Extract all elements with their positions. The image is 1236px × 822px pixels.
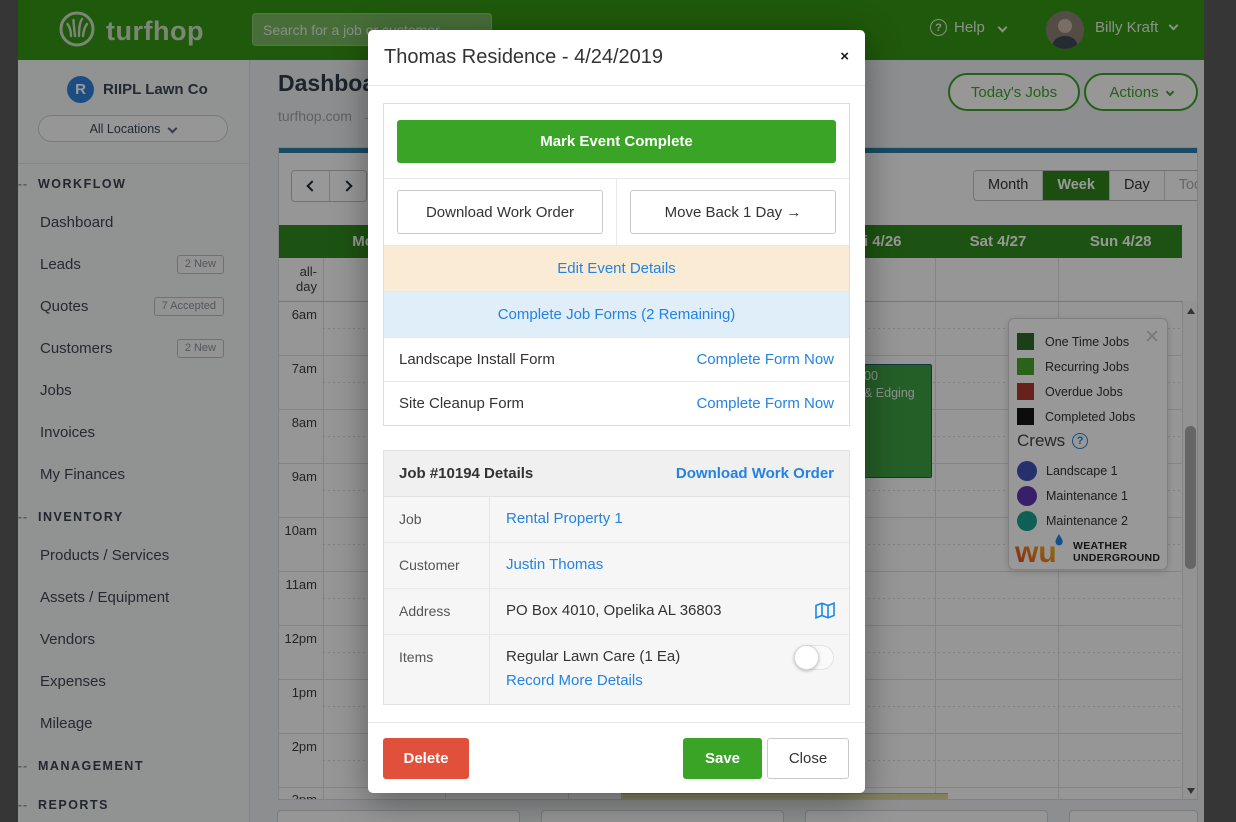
table-row: Customer Justin Thomas [384, 543, 849, 589]
table-row: Address PO Box 4010, Opelika AL 36803 [384, 589, 849, 635]
complete-form-now-link[interactable]: Complete Form Now [696, 395, 834, 412]
form-name: Site Cleanup Form [399, 395, 524, 412]
save-button[interactable]: Save [683, 738, 762, 779]
job-details-table: Job #10194 Details Download Work Order J… [383, 450, 850, 705]
job-label: Job [384, 497, 490, 542]
close-button[interactable]: Close [767, 738, 849, 779]
mark-event-complete-button[interactable]: Mark Event Complete [397, 120, 836, 163]
form-row: Landscape Install Form Complete Form Now [384, 337, 849, 381]
download-work-order-link[interactable]: Download Work Order [676, 465, 834, 482]
item-value: Regular Lawn Care (1 Ea) [506, 648, 834, 665]
address-label: Address [384, 589, 490, 634]
customer-link[interactable]: Justin Thomas [506, 556, 603, 573]
table-row: Items Regular Lawn Care (1 Ea) Record Mo… [384, 635, 849, 704]
map-icon[interactable] [815, 602, 835, 623]
event-modal: Thomas Residence - 4/24/2019 × Mark Even… [368, 30, 865, 793]
complete-job-forms-link[interactable]: Complete Job Forms (2 Remaining) [498, 306, 736, 323]
items-label: Items [384, 635, 490, 704]
event-actions-group: Mark Event Complete Download Work Order … [383, 103, 850, 426]
close-icon[interactable]: × [840, 48, 849, 65]
form-row: Site Cleanup Form Complete Form Now [384, 381, 849, 425]
table-row: Job Rental Property 1 [384, 497, 849, 543]
move-back-1-day-button[interactable]: Move Back 1 Day → [630, 190, 836, 234]
app-window: turfhop ? Help Billy Kraft R RIIPL Lawn … [0, 0, 1236, 822]
edit-event-details-link[interactable]: Edit Event Details [557, 260, 675, 277]
item-toggle[interactable] [794, 645, 834, 670]
job-details-heading: Job #10194 Details [399, 465, 533, 482]
customer-label: Customer [384, 543, 490, 588]
modal-footer: Delete Save Close [368, 722, 865, 793]
modal-title: Thomas Residence - 4/24/2019 [384, 46, 663, 69]
address-value: PO Box 4010, Opelika AL 36803 [506, 602, 721, 619]
complete-form-now-link[interactable]: Complete Form Now [696, 351, 834, 368]
delete-button[interactable]: Delete [383, 738, 469, 779]
job-link[interactable]: Rental Property 1 [506, 510, 623, 527]
record-more-details-link[interactable]: Record More Details [506, 672, 643, 689]
modal-header: Thomas Residence - 4/24/2019 [368, 30, 865, 86]
form-name: Landscape Install Form [399, 351, 555, 368]
download-work-order-button[interactable]: Download Work Order [397, 190, 603, 234]
